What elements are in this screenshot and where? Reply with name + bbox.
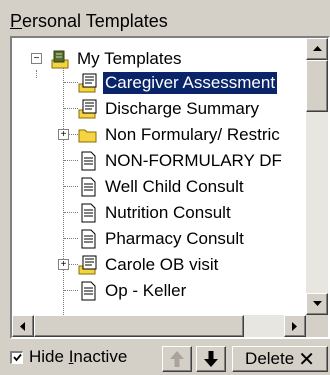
tree-item-label: Pharmacy Consult	[105, 228, 244, 248]
tree-item-label: Well Child Consult	[105, 176, 244, 196]
checkmark-icon	[12, 353, 22, 362]
tree-item-label: Non Formulary/ Restric	[105, 124, 280, 144]
scroll-left-button[interactable]	[12, 315, 34, 337]
document-icon	[81, 177, 96, 196]
bottom-toolbar: Hide Inactive	[10, 343, 127, 371]
tree-line	[64, 290, 78, 291]
tree-item-label: Nutrition Consult	[105, 202, 231, 222]
template-doc-icon	[78, 99, 97, 118]
hide-inactive-post: nactive	[73, 347, 128, 366]
hide-inactive-pre: Hide	[29, 347, 69, 366]
tree-item-op-keller[interactable]: Op - Keller	[78, 278, 188, 303]
collapse-toggle[interactable]: −	[31, 53, 42, 64]
templates-tree[interactable]: − My Templates Caregiver Assessment Disc…	[10, 36, 330, 339]
move-down-button[interactable]	[196, 346, 226, 372]
tree-line	[64, 186, 78, 187]
template-folder-icon	[78, 255, 97, 274]
template-doc-icon	[78, 73, 97, 92]
arrow-right-icon	[292, 321, 297, 331]
folder-icon	[78, 129, 97, 142]
tree-line	[64, 82, 78, 83]
tree-item-label: Caregiver Assessment	[101, 70, 279, 95]
delete-button-label: Delete	[245, 349, 295, 368]
tree-item-nutrition-consult[interactable]: Nutrition Consult	[78, 200, 233, 225]
document-icon	[81, 229, 96, 248]
expand-toggle[interactable]: +	[58, 259, 69, 270]
panel-title-accesskey: P	[10, 11, 23, 31]
tree-line	[36, 70, 37, 78]
tree-item-label: Carole OB visit	[105, 254, 219, 274]
panel-title: Personal Templates	[10, 10, 168, 32]
tree-line	[69, 264, 78, 265]
tree-item-label: Discharge Summary	[105, 98, 259, 118]
hide-inactive-checkbox[interactable]	[10, 350, 23, 364]
scroll-up-button[interactable]	[306, 38, 328, 60]
delete-button[interactable]: Delete ✕	[232, 346, 328, 372]
tree-line	[64, 212, 78, 213]
tree-item-non-formulary-restric[interactable]: Non Formulary/ Restric	[78, 122, 282, 147]
document-icon	[81, 151, 96, 170]
scroll-down-button[interactable]	[306, 293, 328, 315]
tree-item-pharmacy-consult[interactable]: Pharmacy Consult	[78, 226, 246, 251]
hide-inactive-label[interactable]: Hide Inactive	[29, 347, 127, 367]
tree-item-label: My Templates	[77, 48, 182, 68]
arrow-up-icon	[170, 351, 184, 367]
tree-line	[64, 108, 78, 109]
tree-item-carole-ob-visit[interactable]: Carole OB visit	[78, 252, 220, 277]
vertical-scrollbar[interactable]	[306, 38, 328, 315]
horizontal-scrollbar[interactable]	[12, 315, 306, 337]
horizontal-scroll-thumb[interactable]	[34, 315, 244, 337]
tree-line	[64, 160, 78, 161]
arrow-down-icon	[204, 351, 218, 367]
arrow-down-icon	[312, 301, 322, 306]
panel-title-text: ersonal Templates	[22, 11, 168, 31]
tree-item-caregiver-assessment[interactable]: Caregiver Assessment	[78, 70, 279, 95]
tree-item-label: Op - Keller	[105, 280, 187, 300]
tree-item-well-child-consult[interactable]: Well Child Consult	[78, 174, 246, 199]
tree-item-root[interactable]: My Templates	[50, 46, 184, 71]
vertical-scroll-thumb[interactable]	[306, 60, 328, 112]
tree-item-label: NON-FORMULARY DF	[105, 150, 282, 170]
scrollbar-corner	[306, 315, 328, 337]
tree-item-discharge-summary[interactable]: Discharge Summary	[78, 96, 261, 121]
document-icon	[81, 281, 96, 300]
arrow-up-icon	[312, 46, 322, 51]
tree-item-non-formulary-df[interactable]: NON-FORMULARY DF	[78, 148, 284, 173]
scroll-right-button[interactable]	[284, 315, 306, 337]
expand-toggle[interactable]: +	[58, 129, 69, 140]
tree-line	[69, 134, 78, 135]
document-icon	[81, 203, 96, 222]
arrow-left-icon	[20, 321, 25, 331]
tree-viewport: − My Templates Caregiver Assessment Disc…	[12, 38, 306, 315]
tree-line	[63, 68, 64, 315]
template-folder-icon	[51, 50, 69, 68]
tree-line	[64, 238, 78, 239]
move-up-button[interactable]	[162, 346, 192, 372]
delete-x-icon: ✕	[298, 348, 315, 371]
